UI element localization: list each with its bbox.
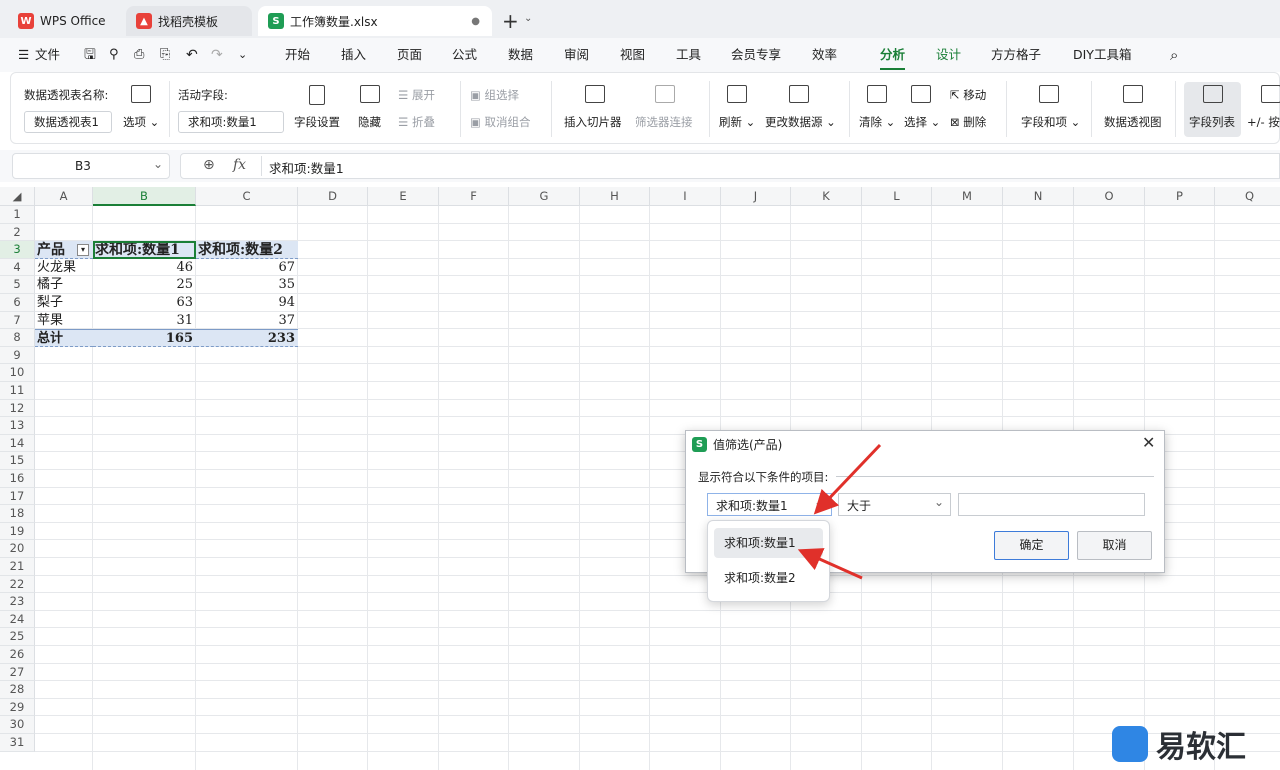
arrow-to-option-1 <box>797 548 863 580</box>
watermark-text: 易软汇 <box>1156 730 1246 765</box>
arrow-to-field-select <box>813 443 882 515</box>
watermark-logo-icon <box>1112 726 1148 762</box>
watermark: 易软汇 <box>1112 722 1246 766</box>
annotation-arrows <box>797 443 882 580</box>
